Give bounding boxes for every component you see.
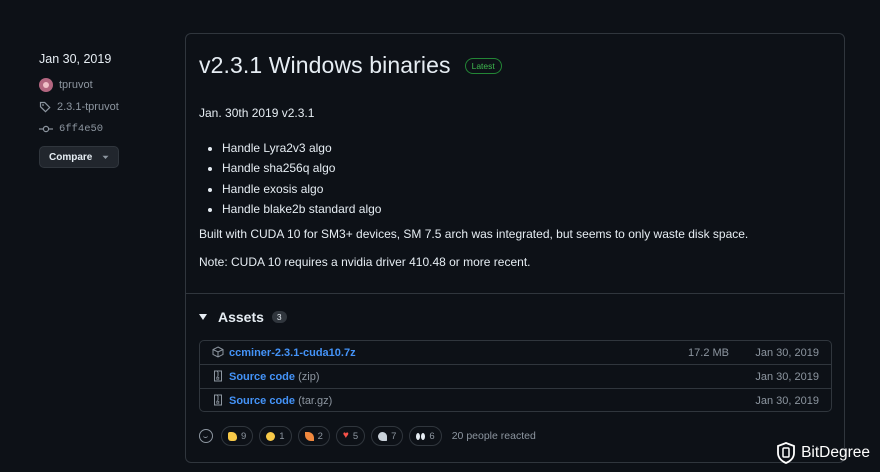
asset-link[interactable]: Source code (zip) xyxy=(229,371,319,383)
list-item: Handle blake2b standard algo xyxy=(222,201,829,221)
asset-row[interactable]: Source code (tar.gz) Jan 30, 2019 xyxy=(200,388,831,412)
rocket-icon xyxy=(378,431,388,441)
compare-button[interactable]: Compare xyxy=(39,146,120,168)
eyes-icon xyxy=(416,432,426,440)
assets-list: ccminer-2.3.1-cuda10.7z 17.2 MB Jan 30, … xyxy=(199,340,832,412)
author-name[interactable]: tpruvot xyxy=(59,79,93,91)
release-notes: Jan. 30th 2019 v2.3.1 Handle Lyra2v3 alg… xyxy=(199,106,829,269)
chevron-down-icon xyxy=(102,155,109,159)
thumbs-up-icon xyxy=(228,431,237,441)
asset-date: Jan 30, 2019 xyxy=(755,346,819,359)
reaction-rocket[interactable]: 7 xyxy=(371,426,404,446)
tag-icon xyxy=(39,101,51,113)
asset-row[interactable]: ccminer-2.3.1-cuda10.7z 17.2 MB Jan 30, … xyxy=(200,341,831,364)
assets-toggle[interactable]: Assets 3 xyxy=(199,309,287,325)
avatar[interactable] xyxy=(39,78,53,92)
release-title[interactable]: v2.3.1 Windows binaries xyxy=(199,52,451,79)
reaction-count: 1 xyxy=(279,430,285,442)
asset-name[interactable]: Source code xyxy=(229,371,295,383)
tag-name[interactable]: 2.3.1-tpruvot xyxy=(57,101,119,113)
file-zip-icon xyxy=(214,394,222,406)
reactions-bar: 9 1 2 ♥ 5 7 6 20 people reacted xyxy=(199,426,536,446)
author-row[interactable]: tpruvot xyxy=(39,74,169,96)
reaction-count: 7 xyxy=(391,430,397,442)
asset-name[interactable]: ccminer-2.3.1-cuda10.7z xyxy=(229,347,356,359)
list-item: Handle sha256q algo xyxy=(222,160,829,180)
asset-link[interactable]: ccminer-2.3.1-cuda10.7z xyxy=(229,347,356,359)
tag-row[interactable]: 2.3.1-tpruvot xyxy=(39,96,169,118)
assets-title: Assets xyxy=(218,309,264,325)
commit-row[interactable]: 6ff4e50 xyxy=(39,118,169,140)
asset-date: Jan 30, 2019 xyxy=(755,394,819,407)
section-divider xyxy=(186,293,844,294)
list-item: Handle Lyra2v3 algo xyxy=(222,140,829,160)
asset-date: Jan 30, 2019 xyxy=(755,370,819,383)
watermark-text: BitDegree xyxy=(801,444,870,461)
tada-icon xyxy=(304,431,314,441)
reaction-count: 9 xyxy=(241,430,247,442)
assets-count-badge: 3 xyxy=(271,311,287,323)
release-title-row: v2.3.1 Windows binaries Latest xyxy=(199,52,502,79)
asset-format: (tar.gz) xyxy=(298,394,333,407)
build-note: Built with CUDA 10 for SM3+ devices, SM … xyxy=(199,227,749,242)
reaction-heart[interactable]: ♥ 5 xyxy=(335,426,366,446)
commit-icon xyxy=(39,125,53,133)
release-date: Jan 30, 2019 xyxy=(39,52,112,66)
asset-row[interactable]: Source code (zip) Jan 30, 2019 xyxy=(200,364,831,388)
package-icon xyxy=(212,346,224,358)
reaction-count: 2 xyxy=(317,430,323,442)
smiley-add-reaction-icon[interactable] xyxy=(199,429,213,443)
reactions-summary: 20 people reacted xyxy=(451,430,536,442)
commit-sha[interactable]: 6ff4e50 xyxy=(59,123,103,135)
asset-format: (zip) xyxy=(298,370,320,383)
reaction-tada[interactable]: 2 xyxy=(297,426,330,446)
asset-name[interactable]: Source code xyxy=(229,395,295,407)
latest-badge: Latest xyxy=(464,57,502,74)
asset-link[interactable]: Source code (tar.gz) xyxy=(229,395,332,407)
changes-list: Handle Lyra2v3 algo Handle sha256q algo … xyxy=(199,140,829,221)
release-date-line: Jan. 30th 2019 v2.3.1 xyxy=(199,106,315,120)
reaction-eyes[interactable]: 6 xyxy=(409,426,442,446)
bitdegree-watermark: BitDegree xyxy=(777,442,870,464)
reaction-count: 5 xyxy=(352,430,359,442)
heart-icon: ♥ xyxy=(342,430,349,441)
reaction-laugh[interactable]: 1 xyxy=(259,426,292,446)
release-sidebar: Jan 30, 2019 tpruvot 2.3.1-tpruvot 6ff4e… xyxy=(39,52,169,168)
reaction-count: 6 xyxy=(429,430,435,442)
laugh-icon xyxy=(266,431,276,441)
asset-size: 17.2 MB xyxy=(688,346,729,359)
compare-label: Compare xyxy=(49,151,93,163)
driver-note: Note: CUDA 10 requires a nvidia driver 4… xyxy=(199,255,531,270)
reaction-thumbs-up[interactable]: 9 xyxy=(221,426,254,446)
file-zip-icon xyxy=(214,370,222,382)
list-item: Handle exosis algo xyxy=(222,181,829,201)
release-card: v2.3.1 Windows binaries Latest Jan. 30th… xyxy=(185,33,845,463)
bitdegree-logo-icon xyxy=(777,442,795,464)
caret-down-icon xyxy=(199,314,207,320)
